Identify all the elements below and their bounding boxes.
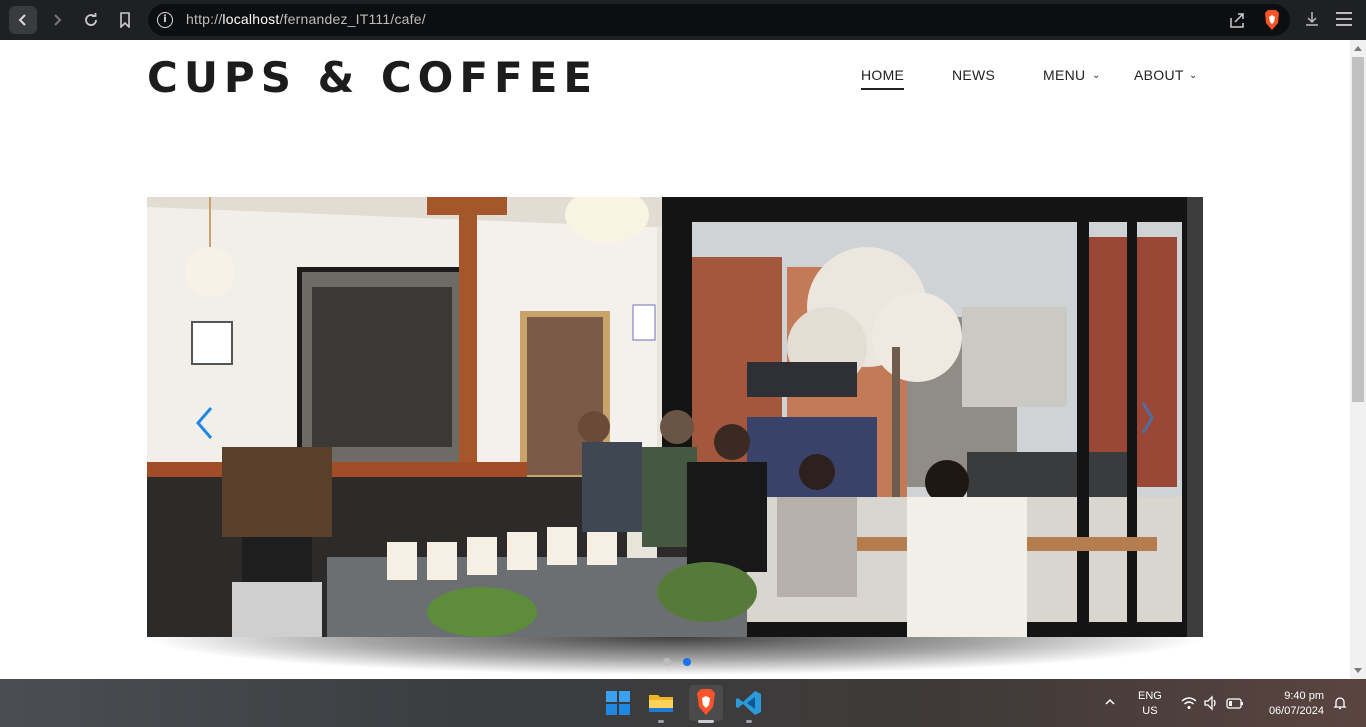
slider-dot[interactable] xyxy=(663,658,671,666)
scroll-thumb[interactable] xyxy=(1352,57,1364,402)
browser-menu-icon[interactable] xyxy=(1336,12,1352,26)
system-tray[interactable] xyxy=(1180,694,1246,712)
chevron-left-icon xyxy=(18,14,26,26)
taskbar-indicator xyxy=(658,720,664,723)
chevron-down-icon[interactable]: ⌄ xyxy=(1092,70,1100,81)
chevron-right-icon xyxy=(54,14,62,26)
brave-browser-button[interactable] xyxy=(689,685,723,721)
system-clock[interactable]: 9:40 pm 06/07/2024 xyxy=(1258,689,1324,719)
url-prefix: http:// xyxy=(186,11,223,27)
webpage: CUPS & COFFEE HOME NEWS MENU ⌄ ABOUT ⌄ xyxy=(0,40,1350,679)
windows-start-icon[interactable] xyxy=(603,688,633,718)
slider-prev-arrow[interactable] xyxy=(193,405,217,441)
battery-icon xyxy=(1226,698,1243,709)
wifi-icon xyxy=(1181,697,1197,709)
url-path: /fernandez_IT111/cafe/ xyxy=(279,11,426,27)
forward-button[interactable] xyxy=(43,6,71,34)
taskbar-indicator xyxy=(746,720,752,723)
hero-slide-image xyxy=(147,197,1203,637)
region-code: US xyxy=(1142,705,1158,717)
chevron-down-icon[interactable]: ⌄ xyxy=(1189,70,1197,81)
nav-menu[interactable]: MENU xyxy=(1043,67,1085,83)
taskbar-indicator-active xyxy=(698,720,714,723)
clock-time: 9:40 pm xyxy=(1284,690,1324,702)
url-host: localhost xyxy=(222,11,280,27)
download-icon[interactable] xyxy=(1303,10,1321,28)
nav-home[interactable]: HOME xyxy=(861,67,905,90)
reload-button[interactable] xyxy=(77,6,105,34)
file-explorer-icon[interactable] xyxy=(646,688,676,718)
url-text[interactable]: http://localhost/fernandez_IT111/cafe/ xyxy=(186,11,426,27)
slider-dot-active[interactable] xyxy=(683,658,691,666)
vscode-icon[interactable] xyxy=(734,688,764,718)
notification-bell-icon[interactable] xyxy=(1332,695,1348,711)
site-info-icon[interactable]: i xyxy=(157,12,173,28)
bookmark-icon xyxy=(120,12,130,28)
slider-next-arrow[interactable] xyxy=(1140,400,1154,436)
volume-icon xyxy=(1204,695,1216,711)
main-nav: HOME NEWS MENU ⌄ ABOUT ⌄ xyxy=(0,67,1350,91)
browser-toolbar: i http://localhost/fernandez_IT111/cafe/ xyxy=(0,0,1366,40)
clock-date: 06/07/2024 xyxy=(1268,705,1324,717)
slider-pagination xyxy=(663,658,691,666)
language-code: ENG xyxy=(1138,690,1162,702)
page-scrollbar[interactable] xyxy=(1350,40,1366,679)
share-icon[interactable] xyxy=(1228,11,1246,29)
nav-news[interactable]: NEWS xyxy=(952,67,995,83)
scroll-down-icon[interactable] xyxy=(1354,668,1362,673)
nav-about[interactable]: ABOUT xyxy=(1134,67,1184,83)
reload-icon xyxy=(85,13,97,26)
chevron-up-icon[interactable] xyxy=(1104,696,1116,708)
cafe-interior-photo xyxy=(147,197,1203,637)
address-bar[interactable]: i http://localhost/fernandez_IT111/cafe/ xyxy=(148,4,1290,36)
brave-browser-icon xyxy=(697,689,715,715)
slider-shadow xyxy=(147,637,1203,675)
bookmark-button[interactable] xyxy=(111,6,139,34)
input-language-indicator[interactable]: ENG US xyxy=(1138,689,1162,719)
windows-taskbar: ENG US 9:40 pm 06/07/2024 xyxy=(0,679,1366,727)
back-button[interactable] xyxy=(9,6,37,34)
scroll-up-icon[interactable] xyxy=(1354,46,1362,51)
brave-shield-icon[interactable] xyxy=(1263,9,1281,31)
